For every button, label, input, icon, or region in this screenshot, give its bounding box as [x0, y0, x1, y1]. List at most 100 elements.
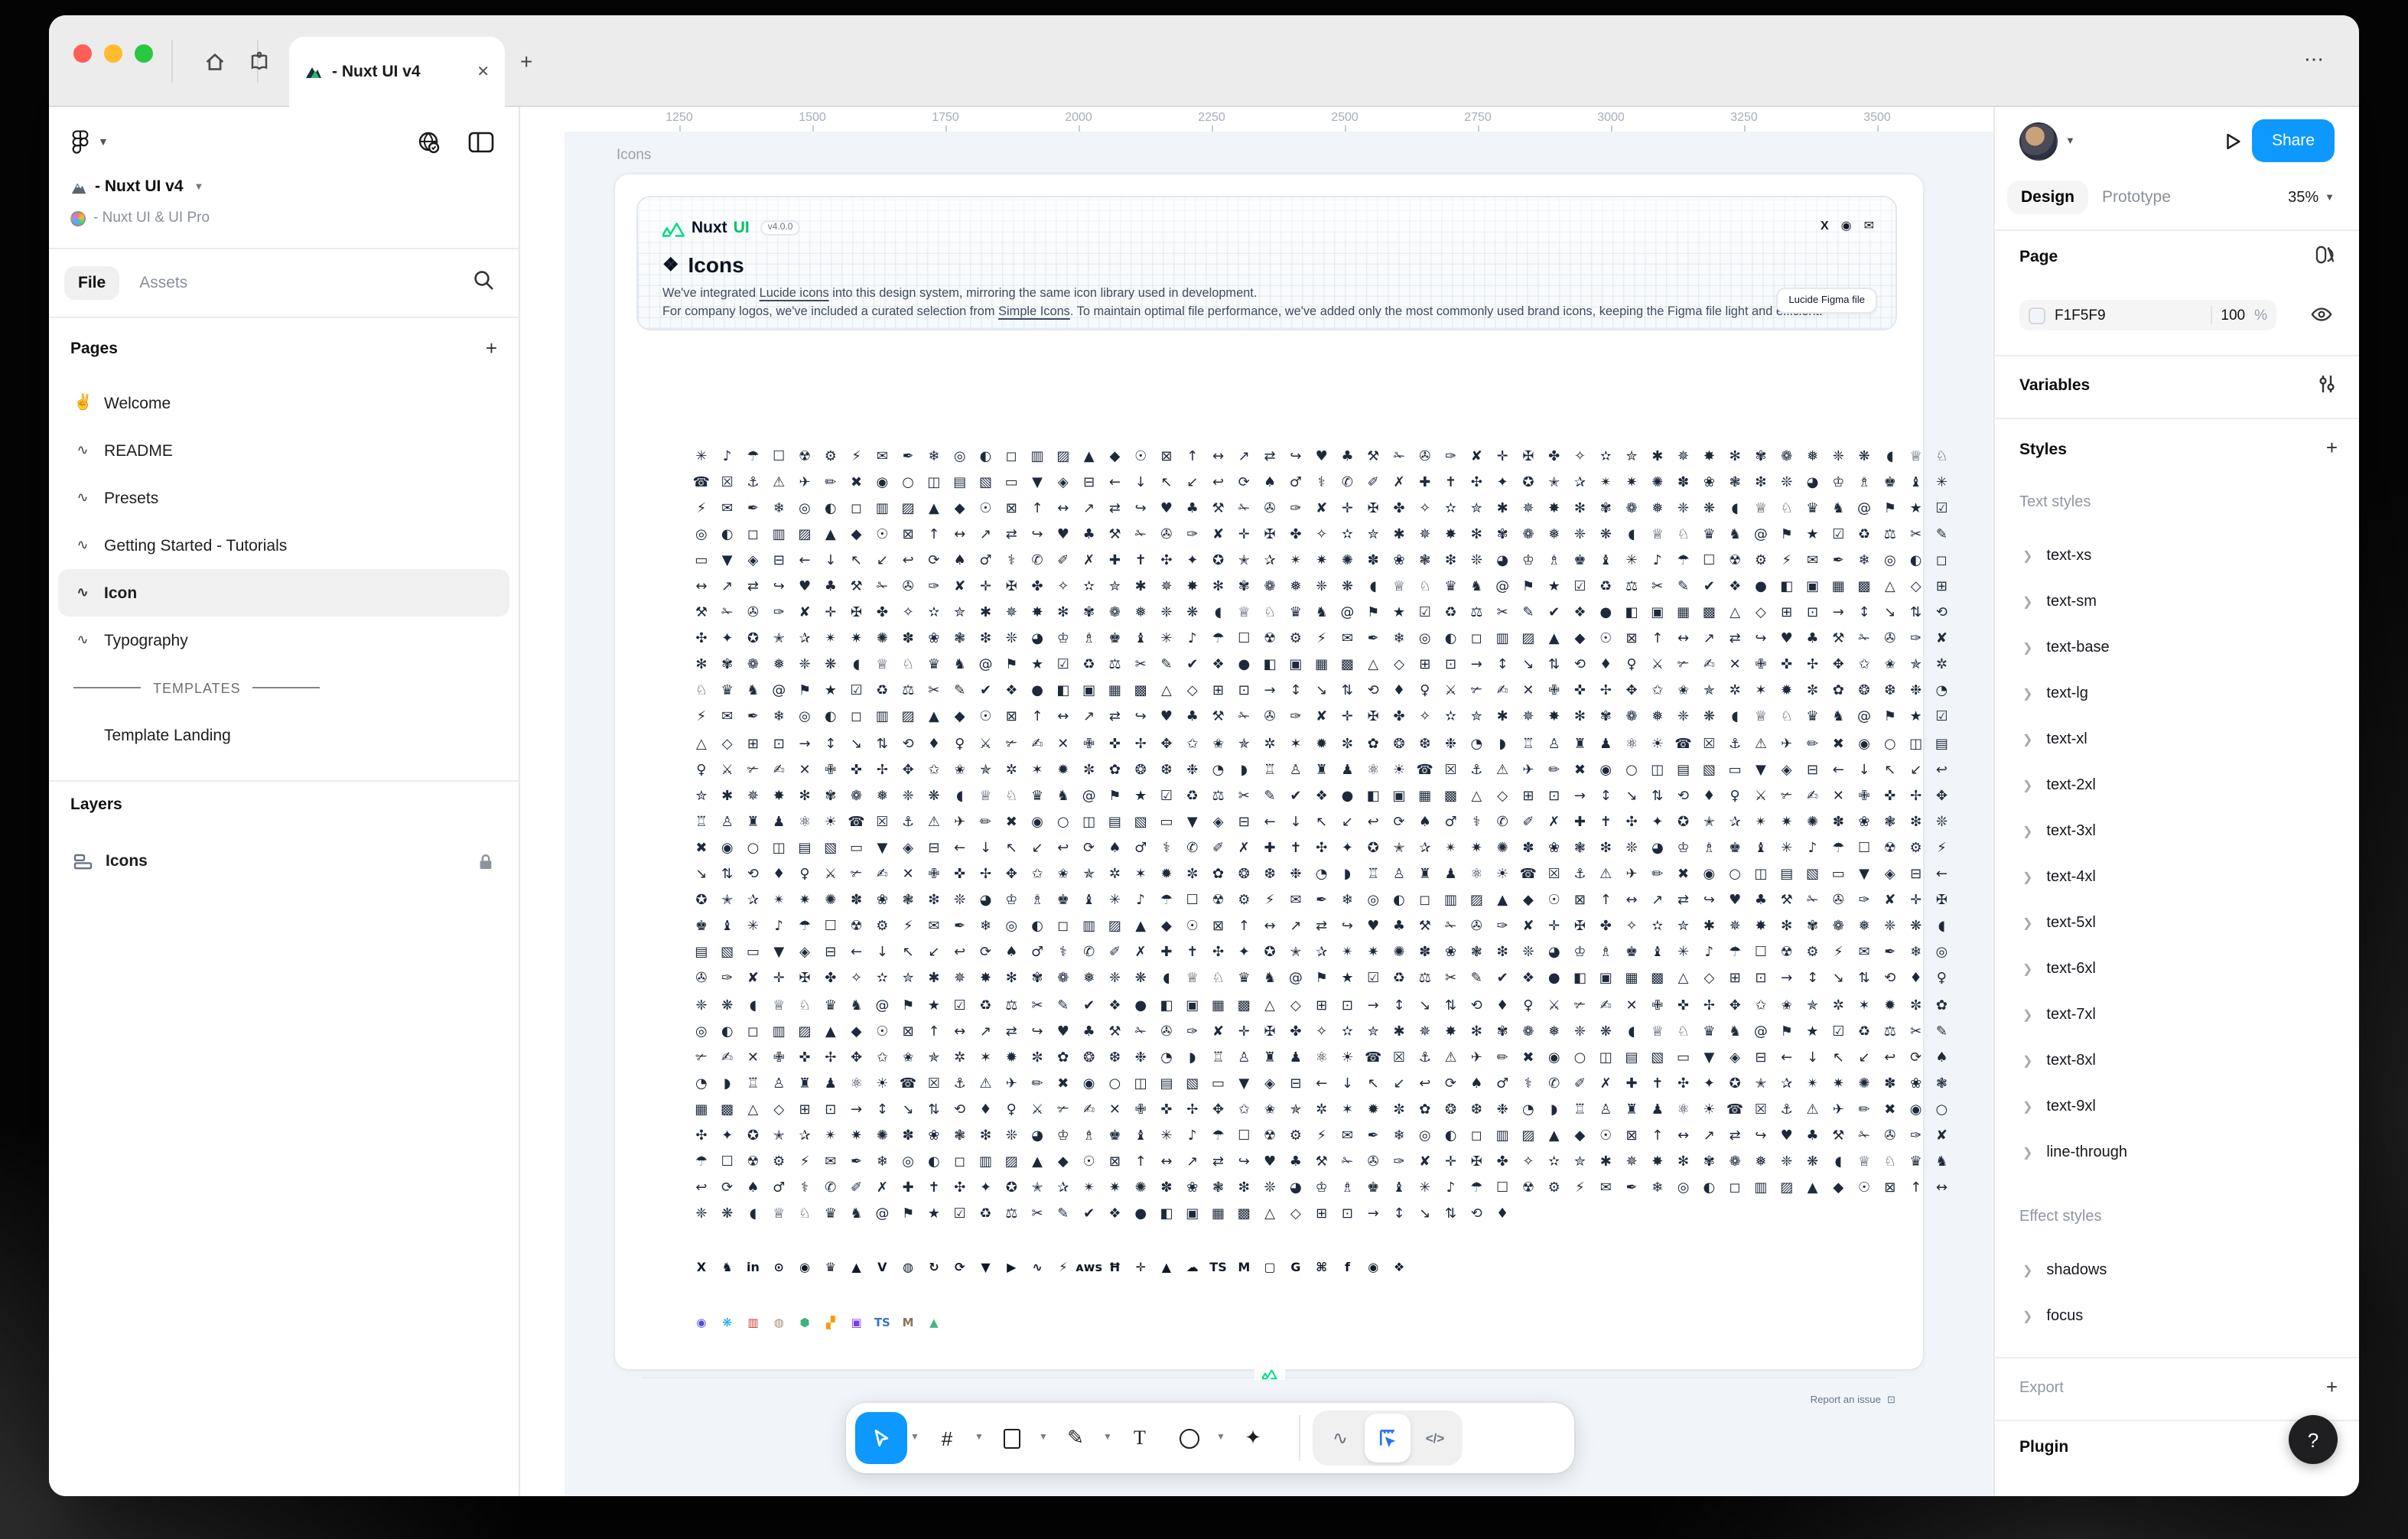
grid-icon[interactable]: ☑ — [1929, 705, 1955, 731]
grid-icon[interactable]: ◻ — [1412, 888, 1438, 914]
grid-icon[interactable]: @ — [869, 993, 895, 1019]
grid-icon[interactable]: ◖ — [1360, 574, 1386, 600]
grid-icon[interactable]: ✎ — [1463, 967, 1489, 993]
grid-icon[interactable]: ♛ — [921, 653, 947, 679]
grid-icon[interactable]: ✍ — [1024, 731, 1050, 757]
grid-icon[interactable]: ✰ — [1309, 941, 1335, 967]
grid-icon[interactable]: @ — [1851, 705, 1877, 731]
grid-icon[interactable]: ✼ — [1024, 1045, 1050, 1071]
grid-icon[interactable]: ⚛ — [792, 810, 818, 836]
tab-assets[interactable]: Assets — [125, 266, 201, 300]
grid-icon[interactable]: ⚕ — [1309, 470, 1335, 496]
grid-icon[interactable]: ▨ — [998, 1150, 1024, 1176]
grid-icon[interactable]: ✘ — [1412, 1150, 1438, 1176]
grid-icon[interactable]: ◐ — [921, 1150, 947, 1176]
grid-icon[interactable]: ✂ — [1024, 1202, 1050, 1228]
grid-icon[interactable]: ⚑ — [1774, 522, 1800, 548]
grid-icon[interactable]: ✠ — [1463, 1150, 1489, 1176]
grid-icon[interactable]: ◆ — [1515, 888, 1541, 914]
grid-icon[interactable]: ♘ — [1671, 1019, 1697, 1045]
grid-icon[interactable]: ⇄ — [1722, 1124, 1748, 1150]
grid-icon[interactable]: ◇ — [1283, 993, 1309, 1019]
grid-icon[interactable]: ◖ — [1722, 705, 1748, 731]
grid-icon[interactable]: ◈ — [1050, 470, 1076, 496]
grid-icon[interactable]: ✳ — [1619, 548, 1645, 574]
grid-icon[interactable]: ⚠ — [1748, 731, 1774, 757]
grid-icon[interactable]: ❇ — [1903, 810, 1929, 836]
grid-icon[interactable]: ✣ — [1463, 470, 1489, 496]
grid-icon[interactable]: ⚑ — [792, 679, 818, 705]
grid-icon[interactable]: ✇ — [1154, 522, 1180, 548]
grid-icon[interactable]: ☒ — [921, 1072, 947, 1098]
grid-icon[interactable]: ◻ — [998, 444, 1024, 470]
grid-icon[interactable]: ⊟ — [1283, 1072, 1309, 1098]
grid-icon[interactable]: △ — [1463, 783, 1489, 809]
grid-icon[interactable]: ❁ — [1774, 444, 1800, 470]
grid-icon[interactable]: ✵ — [1671, 444, 1697, 470]
grid-icon[interactable]: ⊡ — [1438, 653, 1464, 679]
grid-icon[interactable]: ✭ — [1748, 1072, 1774, 1098]
grid-icon[interactable]: ✛ — [973, 574, 999, 600]
grid-icon[interactable]: ✕ — [1515, 679, 1541, 705]
visibility-eye-icon[interactable] — [2310, 303, 2333, 326]
grid-icon[interactable]: ▩ — [1438, 783, 1464, 809]
move-tool[interactable] — [855, 1412, 907, 1464]
pen-tool[interactable]: ✎ — [1051, 1412, 1100, 1464]
grid-icon[interactable]: ❀ — [921, 626, 947, 652]
grid-icon[interactable]: ✚ — [1567, 810, 1593, 836]
grid-icon[interactable]: ☂ — [1154, 888, 1180, 914]
grid-icon[interactable]: ✃ — [998, 731, 1024, 757]
grid-icon[interactable]: ⚔ — [1645, 653, 1671, 679]
grid-icon[interactable]: ♖ — [1360, 862, 1386, 888]
grid-icon[interactable]: △ — [740, 1098, 766, 1124]
grid-icon[interactable]: ✃ — [688, 1045, 714, 1071]
grid-icon[interactable]: ⚒ — [844, 574, 870, 600]
grid-icon[interactable]: ♦ — [766, 862, 792, 888]
text-style-text-sm[interactable]: ❯text-sm — [1995, 578, 2359, 624]
grid-icon[interactable]: ♥ — [1050, 522, 1076, 548]
grid-icon[interactable]: ♻ — [1851, 1019, 1877, 1045]
grid-icon[interactable]: ✤ — [1283, 1019, 1309, 1045]
grid-icon[interactable]: ↪ — [1231, 1150, 1257, 1176]
grid-icon[interactable]: ✴ — [766, 888, 792, 914]
grid-icon[interactable]: ⊡ — [1748, 967, 1774, 993]
grid-icon[interactable]: ▲ — [1800, 1176, 1826, 1202]
grid-icon[interactable]: ✢ — [1696, 993, 1722, 1019]
grid-icon[interactable]: ✏ — [973, 810, 999, 836]
grid-icon[interactable]: ♛ — [1024, 783, 1050, 809]
grid-icon[interactable]: ✶ — [1024, 757, 1050, 783]
grid-icon[interactable]: ↕ — [1593, 783, 1619, 809]
grid-icon[interactable]: ⊡ — [1335, 1202, 1361, 1228]
grid-icon[interactable]: ⊟ — [1800, 757, 1826, 783]
grid-icon[interactable]: ✇ — [740, 600, 766, 626]
grid-icon[interactable]: ⚖ — [1412, 967, 1438, 993]
grid-icon[interactable]: ✾ — [1024, 967, 1050, 993]
grid-icon[interactable]: ✚ — [1412, 470, 1438, 496]
globe-social-icon[interactable]: ◉ — [1841, 219, 1852, 233]
grid-icon[interactable]: ▨ — [1050, 444, 1076, 470]
grid-icon[interactable]: ☒ — [869, 810, 895, 836]
grid-icon[interactable]: ✬ — [895, 1045, 921, 1071]
grid-icon[interactable]: ✖ — [1515, 1045, 1541, 1071]
grid-icon[interactable]: ◉ — [1541, 1045, 1567, 1071]
grid-icon[interactable]: ✷ — [1463, 836, 1489, 862]
text-style-line-through[interactable]: ❯line-through — [1995, 1129, 2359, 1175]
grid-icon[interactable]: ▼ — [1231, 1072, 1257, 1098]
grid-icon[interactable]: ✿ — [1929, 993, 1955, 1019]
close-window-button[interactable] — [73, 44, 92, 63]
grid-icon[interactable]: ✂ — [1645, 574, 1671, 600]
grid-icon[interactable]: ✷ — [1825, 1072, 1851, 1098]
grid-icon[interactable]: ↕ — [1489, 653, 1515, 679]
grid-icon[interactable]: ☑ — [1929, 496, 1955, 522]
grid-icon[interactable]: ❁ — [740, 653, 766, 679]
grid-icon[interactable]: ↕ — [1851, 600, 1877, 626]
grid-icon[interactable]: ✤ — [1593, 914, 1619, 940]
grid-icon[interactable]: ✻ — [1463, 1019, 1489, 1045]
grid-icon[interactable]: ◔ — [1154, 1045, 1180, 1071]
grid-icon[interactable]: ☢ — [1722, 548, 1748, 574]
grid-icon[interactable]: ↑ — [1024, 496, 1050, 522]
draw-mode-button[interactable]: ∿ — [1319, 1415, 1362, 1461]
grid-icon[interactable]: ◻ — [1463, 626, 1489, 652]
grid-icon[interactable]: ✮ — [688, 783, 714, 809]
grid-icon[interactable]: ◈ — [740, 548, 766, 574]
